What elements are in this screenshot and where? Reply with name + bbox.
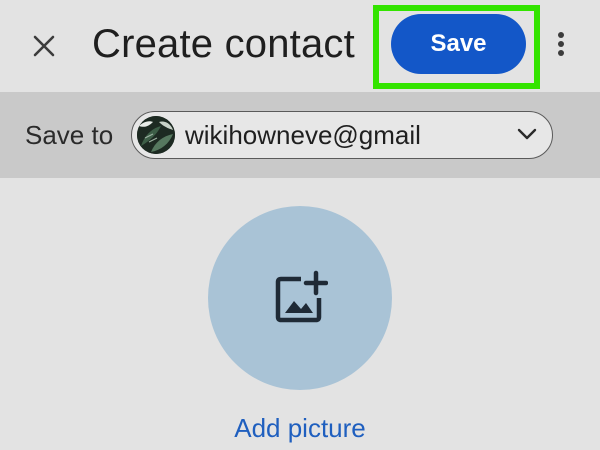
close-button[interactable]: [22, 24, 66, 68]
add-picture-link[interactable]: Add picture: [200, 410, 400, 446]
save-to-label: Save to: [25, 120, 114, 150]
add-picture-button[interactable]: [208, 206, 392, 390]
account-email: wikihowneve@gmail: [185, 120, 421, 150]
account-select[interactable]: wikihowneve@gmail: [131, 111, 553, 159]
close-icon: [33, 35, 55, 57]
account-avatar: [137, 116, 175, 154]
chevron-down-icon: [517, 128, 537, 140]
account-bar: Save to wikihowneve@gmail: [0, 92, 600, 178]
add-photo-icon: [275, 270, 328, 323]
avatar-image: [137, 116, 175, 154]
more-vert-icon: [558, 32, 564, 38]
save-button[interactable]: Save: [391, 14, 526, 74]
app-bar: Create contact Save: [0, 0, 600, 90]
more-options-button[interactable]: [549, 22, 573, 66]
page-title: Create contact: [92, 22, 355, 66]
